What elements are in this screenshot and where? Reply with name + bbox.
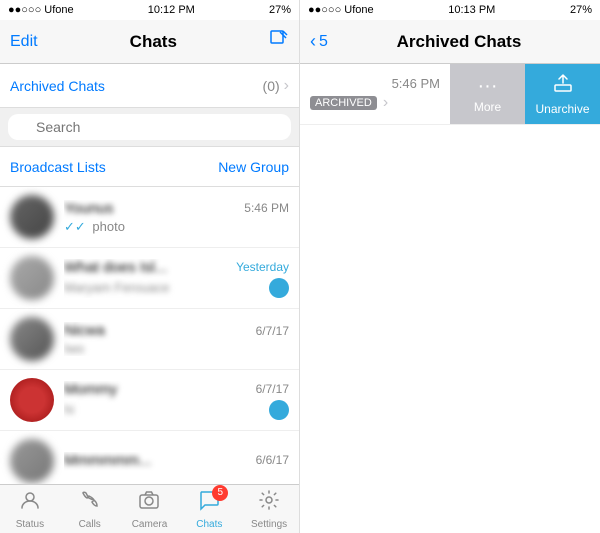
- chat-content-2: What does Isl... Yesterday Maryam Feroua…: [64, 259, 289, 298]
- unread-badge-2: [269, 278, 289, 298]
- archived-chats-row[interactable]: Archived Chats (0) ›: [0, 64, 299, 108]
- archived-chats-title: Archived Chats: [328, 32, 590, 52]
- tab-status-label: Status: [16, 519, 44, 530]
- chat-content-1: Younus 5:46 PM ✓✓ photo: [64, 200, 289, 235]
- battery-right: 27%: [570, 4, 592, 16]
- chat-item-4[interactable]: Mommy 6/7/17 hi: [0, 370, 299, 431]
- chat-time-4: 6/7/17: [256, 382, 289, 396]
- status-bar-right: ●●○○○ Ufone 10:13 PM 27%: [300, 0, 600, 20]
- time-left: 10:12 PM: [148, 4, 195, 16]
- chat-name-5: Mmmmmm...: [64, 452, 151, 469]
- archived-chats-count: (0): [263, 78, 280, 94]
- battery-left: 27%: [269, 4, 291, 16]
- avatar-2: [10, 256, 54, 300]
- right-empty-area: [300, 125, 600, 533]
- action-row: Broadcast Lists New Group: [0, 147, 299, 187]
- back-count: 5: [319, 33, 328, 51]
- archived-chevron-icon: ›: [284, 77, 289, 95]
- search-input[interactable]: [8, 114, 291, 140]
- tab-settings-label: Settings: [251, 519, 287, 530]
- chats-title: Chats: [130, 32, 177, 52]
- chat-name-4: Mommy: [64, 381, 117, 398]
- chat-item-5[interactable]: Mmmmmm... 6/6/17: [0, 431, 299, 484]
- chat-preview-3: Iwo: [64, 341, 84, 356]
- avatar-4: [10, 378, 54, 422]
- tab-calls[interactable]: Calls: [60, 485, 120, 533]
- right-panel: ●●○○○ Ufone 10:13 PM 27% ‹ 5 Archived Ch…: [300, 0, 600, 533]
- back-button[interactable]: ‹ 5: [310, 31, 328, 52]
- archived-chat-time: 5:46 PM: [392, 76, 440, 91]
- chat-name-1: Younus: [64, 200, 114, 217]
- left-panel: ●●○○○ Ufone 10:12 PM 27% Edit Chats Arch…: [0, 0, 300, 533]
- camera-icon: [138, 489, 160, 517]
- chat-name-2: What does Isl...: [64, 259, 167, 276]
- new-group-button[interactable]: New Group: [218, 159, 289, 175]
- tab-camera[interactable]: Camera: [120, 485, 180, 533]
- nav-bar-left: Edit Chats: [0, 20, 299, 64]
- status-icon: [19, 489, 41, 517]
- chat-time-3: 6/7/17: [256, 324, 289, 338]
- chats-badge: 5: [212, 485, 228, 501]
- chat-name-3: Nicwa: [64, 322, 105, 339]
- chats-tab-icon: 5: [198, 489, 220, 517]
- status-bar-left: ●●○○○ Ufone 10:12 PM 27%: [0, 0, 299, 20]
- carrier-right: ●●○○○ Ufone: [308, 4, 374, 16]
- avatar-5: [10, 439, 54, 483]
- chat-time-1: 5:46 PM: [244, 201, 289, 215]
- swipe-buttons: ··· More Unarchive: [450, 64, 600, 124]
- chat-list: Younus 5:46 PM ✓✓ photo What does Isl...…: [0, 187, 299, 484]
- archived-chat-content: 5:46 PM ARCHIVED ›: [300, 68, 450, 120]
- chat-content-5: Mmmmmm... 6/6/17: [64, 452, 289, 471]
- tab-chats-label: Chats: [196, 519, 222, 530]
- chat-item-3[interactable]: Nicwa 6/7/17 Iwo: [0, 309, 299, 370]
- unarchive-label: Unarchive: [535, 102, 589, 116]
- archived-chats-label: Archived Chats: [10, 78, 263, 94]
- archived-chat-item[interactable]: 5:46 PM ARCHIVED › ··· More Unarchive: [300, 64, 600, 125]
- edit-button[interactable]: Edit: [10, 33, 38, 51]
- chat-preview-1: ✓✓ photo: [64, 219, 125, 235]
- back-chevron-icon: ‹: [310, 31, 316, 52]
- chat-content-4: Mommy 6/7/17 hi: [64, 381, 289, 420]
- unarchive-button[interactable]: Unarchive: [525, 64, 600, 124]
- tab-bar: Status Calls Camera 5 Chats Settings: [0, 484, 299, 533]
- chat-item-2[interactable]: What does Isl... Yesterday Maryam Feroua…: [0, 248, 299, 309]
- settings-icon: [258, 489, 280, 517]
- carrier-left: ●●○○○ Ufone: [8, 4, 74, 16]
- chat-time-5: 6/6/17: [256, 453, 289, 467]
- tab-camera-label: Camera: [132, 519, 168, 530]
- search-bar: 🔍: [0, 108, 299, 147]
- tab-settings[interactable]: Settings: [239, 485, 299, 533]
- unread-badge-4: [269, 400, 289, 420]
- chat-preview-4: hi: [64, 402, 74, 417]
- compose-button[interactable]: [269, 29, 289, 54]
- broadcast-lists-button[interactable]: Broadcast Lists: [10, 159, 106, 175]
- chat-preview-2: Maryam Ferouace: [64, 280, 169, 295]
- chat-item-1[interactable]: Younus 5:46 PM ✓✓ photo: [0, 187, 299, 248]
- tab-chats[interactable]: 5 Chats: [179, 485, 239, 533]
- time-right: 10:13 PM: [448, 4, 495, 16]
- chat-time-2: Yesterday: [236, 260, 289, 274]
- chat-content-3: Nicwa 6/7/17 Iwo: [64, 322, 289, 356]
- tab-calls-label: Calls: [79, 519, 101, 530]
- nav-bar-right: ‹ 5 Archived Chats: [300, 20, 600, 64]
- more-label: More: [474, 100, 501, 114]
- avatar-1: [10, 195, 54, 239]
- search-wrapper: 🔍: [8, 114, 291, 140]
- calls-icon: [79, 489, 101, 517]
- archived-tag: ARCHIVED: [310, 96, 377, 110]
- tab-status[interactable]: Status: [0, 485, 60, 533]
- unarchive-icon: [552, 72, 574, 100]
- more-button[interactable]: ··· More: [450, 64, 525, 124]
- archived-chevron: ›: [383, 94, 388, 112]
- avatar-3: [10, 317, 54, 361]
- more-icon: ···: [478, 75, 498, 98]
